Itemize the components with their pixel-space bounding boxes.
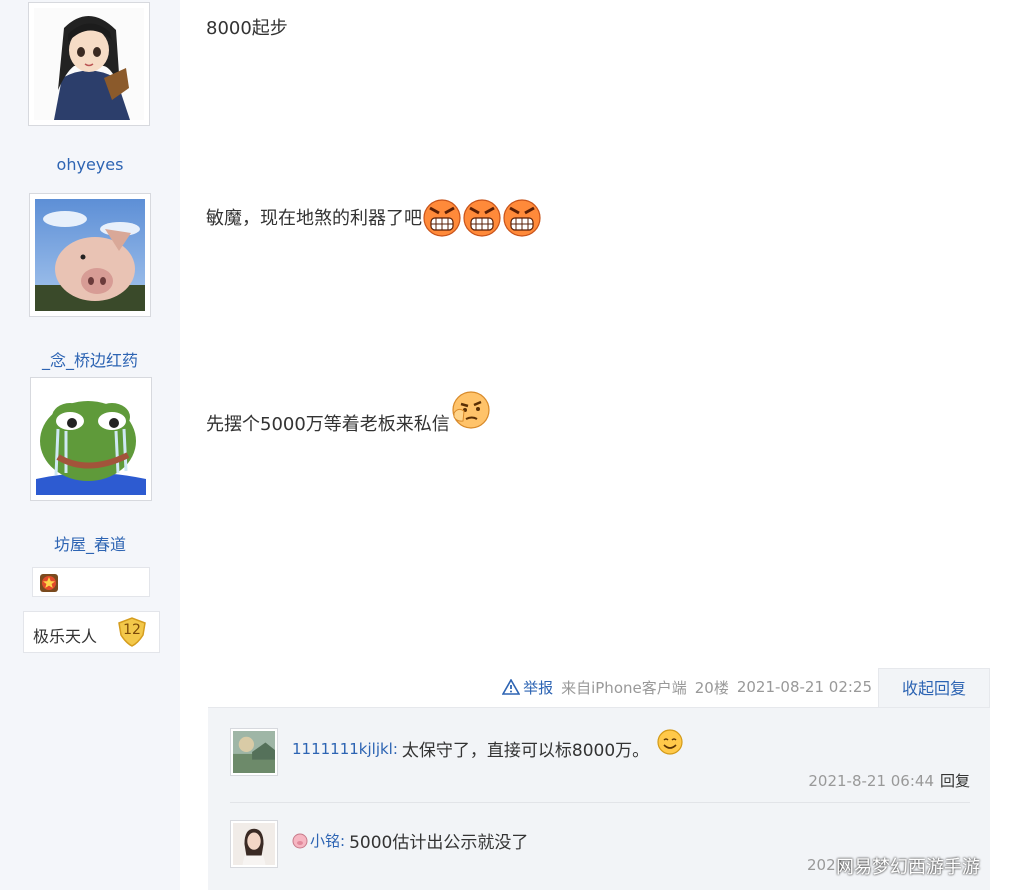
reply-line: 小铭: 5000估计出公示就没了 xyxy=(292,828,528,853)
user-avatar-nian[interactable] xyxy=(29,193,151,317)
username-ohyeyes[interactable]: ohyeyes xyxy=(0,155,180,174)
post-time: 2021-08-21 02:25 xyxy=(736,678,872,696)
username-nian[interactable]: _念_桥边红药 xyxy=(0,347,180,371)
level-badge[interactable]: 极乐天人 12 xyxy=(23,611,160,653)
user-avatar-fangwu[interactable] xyxy=(30,377,152,501)
angry-face-icon xyxy=(503,199,541,237)
crying-frog-avatar-icon xyxy=(36,383,146,495)
level-number: 12 xyxy=(123,622,141,638)
post-source: 来自iPhone客户端 xyxy=(561,678,687,697)
reply-text: 太保守了，直接可以标8000万。 xyxy=(401,741,650,761)
reply-divider xyxy=(230,802,970,803)
reply-meta: 2021-8-21 06:44 回复 xyxy=(808,770,970,791)
post-content-2: 敏魔，现在地煞的利器了吧 xyxy=(206,196,542,238)
landscape-avatar-icon xyxy=(233,731,275,773)
post-content-1: 8000起步 xyxy=(206,14,288,40)
angry-face-icon xyxy=(463,199,501,237)
pig-avatar-icon xyxy=(35,199,145,311)
reply-avatar[interactable] xyxy=(230,728,278,776)
smile-face-icon xyxy=(657,728,683,755)
thinking-face-icon xyxy=(452,391,490,429)
member-badge-row[interactable] xyxy=(32,567,150,597)
reply-username[interactable]: 1111111kjljkl: xyxy=(292,740,398,758)
member-star-icon xyxy=(40,574,58,592)
reply-time: 2021-8-21 06:44 xyxy=(808,772,934,790)
pig-badge-icon xyxy=(292,833,308,848)
watermark-text: 网易梦幻西游手游 xyxy=(836,857,980,878)
girl-photo-avatar-icon xyxy=(233,823,275,865)
user-sidebar: ohyeyes _念_桥边红药 坊屋_春道 极乐天人 12 xyxy=(0,0,180,890)
floor-number: 20楼 xyxy=(694,678,729,697)
reply-text: 5000估计出公示就没了 xyxy=(349,833,529,853)
reply-line: 1111111kjljkl: 太保守了，直接可以标8000万。 xyxy=(292,728,685,761)
collapse-replies-button[interactable]: 收起回复 xyxy=(878,668,990,708)
user-avatar-ohyeyes[interactable] xyxy=(28,2,150,126)
post-text-3: 先摆个5000万等着老板来私信 xyxy=(206,414,450,435)
report-link[interactable]: 举报 xyxy=(502,677,553,698)
post-text-1: 8000起步 xyxy=(206,18,288,39)
angry-face-icon xyxy=(423,199,461,237)
level-title: 极乐天人 xyxy=(33,627,98,646)
reply-avatar[interactable] xyxy=(230,820,278,868)
reply-button[interactable]: 回复 xyxy=(940,772,970,790)
post-content-3: 先摆个5000万等着老板来私信 xyxy=(206,384,492,436)
anime-girl-avatar-icon xyxy=(34,8,144,120)
post-text-2: 敏魔，现在地煞的利器了吧 xyxy=(206,208,422,229)
username-fangwu[interactable]: 坊屋_春道 xyxy=(0,531,180,555)
report-label: 举报 xyxy=(523,678,554,697)
reply-username[interactable]: 小铭: xyxy=(310,830,345,851)
warning-icon xyxy=(502,679,521,695)
